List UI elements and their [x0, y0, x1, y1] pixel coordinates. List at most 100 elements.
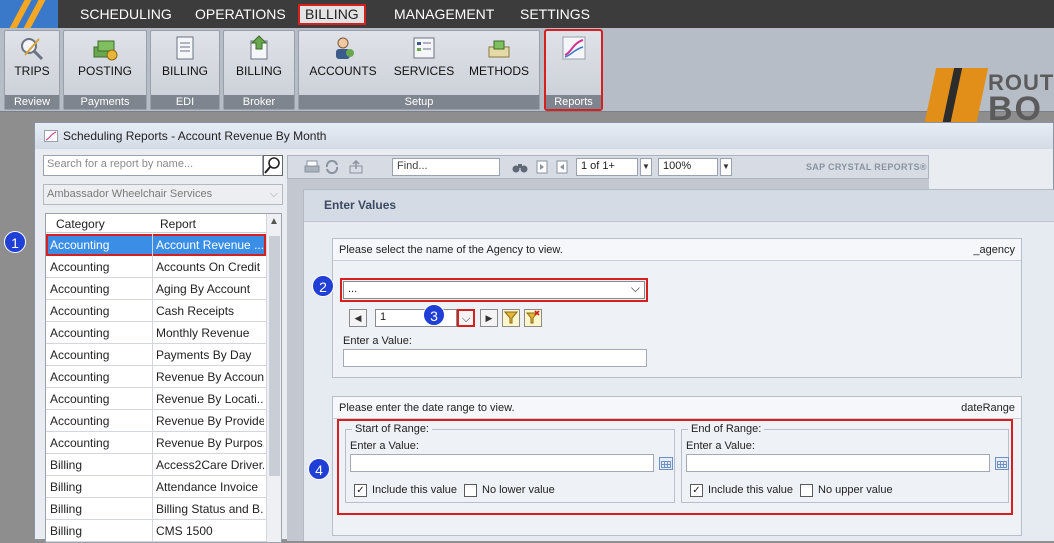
table-row[interactable]: Accounting Cash Receipts — [46, 300, 266, 322]
ribbon-group-setup: ACCOUNTS SERVICES METHODS Setup — [298, 30, 540, 110]
start-date-input[interactable] — [350, 454, 654, 472]
enter-values-title: Enter Values — [304, 190, 1054, 222]
end-date-input[interactable] — [686, 454, 990, 472]
table-row[interactable]: Billing CMS 1500 — [46, 520, 266, 542]
scroll-up-icon[interactable]: ▲ — [269, 216, 279, 227]
document-arrow-icon — [250, 35, 268, 60]
menu-billing[interactable]: BILLING — [298, 4, 366, 25]
start-range-legend: Start of Range: — [352, 423, 432, 435]
sap-crystal-brand: SAP CRYSTAL REPORTS® — [806, 162, 927, 172]
row-category: Billing — [50, 524, 83, 538]
row-category: Accounting — [50, 392, 110, 406]
reports-window: Scheduling Reports - Account Revenue By … — [34, 122, 1054, 543]
table-row[interactable]: Billing Billing Status and B... — [46, 498, 266, 520]
posting-button[interactable]: POSTING — [70, 35, 140, 78]
agency-select[interactable]: Ambassador Wheelchair Services ⌵ — [43, 184, 283, 205]
broker-billing-button[interactable]: BILLING — [230, 35, 288, 78]
methods-button[interactable]: METHODS — [465, 35, 533, 78]
accounts-button[interactable]: ACCOUNTS — [305, 35, 381, 78]
group-label-review: Review — [5, 95, 59, 109]
posting-label: POSTING — [77, 64, 132, 78]
table-row[interactable]: Accounting Revenue By Locati... — [46, 388, 266, 410]
next-page-icon[interactable] — [554, 160, 570, 174]
scrollbar-thumb[interactable] — [269, 236, 280, 476]
start-calendar-icon[interactable] — [659, 457, 673, 470]
zoom-select[interactable]: 100% — [658, 158, 718, 176]
no-lower-checkbox[interactable] — [464, 484, 477, 497]
table-row[interactable]: Billing Attendance Invoice — [46, 476, 266, 498]
table-row[interactable]: Accounting Account Revenue ... — [46, 234, 266, 256]
agency-enter-label: Enter a Value: — [343, 335, 412, 347]
report-search-input[interactable]: Search for a report by name... — [43, 155, 263, 176]
end-include-checkbox[interactable]: ✓ — [690, 484, 703, 497]
no-lower-label: No lower value — [482, 484, 555, 496]
accounts-label: ACCOUNTS — [309, 64, 377, 78]
column-header-category[interactable]: Category — [56, 217, 105, 231]
row-report: CMS 1500 — [156, 524, 213, 538]
enter-values-panel: Enter Values Please select the name of t… — [303, 189, 1054, 541]
chevron-down-icon: ⌵ — [269, 188, 278, 200]
table-row[interactable]: Accounting Revenue By Account — [46, 366, 266, 388]
agency-parameter-header: Please select the name of the Agency to … — [333, 239, 1021, 261]
column-divider — [152, 366, 153, 388]
page-dropdown-icon[interactable]: ▼ — [640, 158, 652, 176]
menu-settings[interactable]: SETTINGS — [515, 4, 595, 25]
column-divider — [152, 388, 153, 410]
row-report: Revenue By Provider — [156, 414, 264, 428]
row-report: Access2Care Driver... — [156, 458, 264, 472]
menu-bar: SCHEDULING OPERATIONS BILLING MANAGEMENT… — [0, 0, 1054, 28]
page-indicator[interactable]: 1 of 1+ — [576, 158, 638, 176]
ribbon-group-edi: BILLING EDI — [150, 30, 220, 110]
trips-button[interactable]: TRIPS — [9, 35, 55, 78]
no-upper-label: No upper value — [818, 484, 893, 496]
window-title: Scheduling Reports - Account Revenue By … — [63, 129, 327, 143]
row-report: Accounts On Credit ... — [156, 260, 264, 274]
table-scrollbar[interactable]: ▲ — [266, 214, 281, 542]
ribbon-group-payments: POSTING Payments — [63, 30, 147, 110]
row-report: Revenue By Account — [156, 370, 264, 384]
column-header-report[interactable]: Report — [160, 217, 196, 231]
row-category: Billing — [50, 502, 83, 516]
agency-value-input[interactable] — [343, 349, 647, 367]
agency-dropdown[interactable]: ... ⌵ — [340, 278, 648, 302]
column-divider — [152, 300, 153, 322]
start-include-checkbox[interactable]: ✓ — [354, 484, 367, 497]
services-button[interactable]: SERVICES — [389, 35, 459, 78]
filter-icon[interactable] — [502, 309, 520, 327]
print-icon[interactable] — [304, 160, 320, 174]
no-upper-checkbox[interactable] — [800, 484, 813, 497]
next-value-button[interactable]: ▶ — [480, 309, 498, 327]
table-row[interactable]: Billing Access2Care Driver... — [46, 454, 266, 476]
row-category: Accounting — [50, 304, 110, 318]
menu-operations[interactable]: OPERATIONS — [190, 4, 291, 25]
table-row[interactable]: Accounting Aging By Account — [46, 278, 266, 300]
menu-scheduling[interactable]: SCHEDULING — [75, 4, 177, 25]
window-title-bar: Scheduling Reports - Account Revenue By … — [35, 123, 1053, 149]
menu-management[interactable]: MANAGEMENT — [389, 4, 499, 25]
list-dropdown-button[interactable]: ⌵ — [457, 309, 475, 327]
row-report: Cash Receipts — [156, 304, 235, 318]
edi-billing-button[interactable]: BILLING — [157, 35, 213, 78]
clear-filter-icon[interactable] — [524, 309, 542, 327]
previous-page-icon[interactable] — [534, 160, 550, 174]
magnifier-pencil-icon — [21, 38, 44, 61]
prev-value-button[interactable]: ◀ — [349, 309, 367, 327]
binoculars-icon[interactable] — [512, 160, 528, 174]
find-input[interactable]: Find... — [392, 158, 500, 176]
refresh-icon[interactable] — [324, 160, 340, 174]
zoom-dropdown-icon[interactable]: ▼ — [720, 158, 732, 176]
trips-label: TRIPS — [14, 64, 50, 78]
search-button[interactable] — [263, 155, 283, 176]
reports-button[interactable] — [554, 35, 594, 64]
row-category: Accounting — [50, 326, 110, 340]
export-icon[interactable] — [348, 160, 364, 174]
table-row[interactable]: Accounting Revenue By Purpos... — [46, 432, 266, 454]
table-row[interactable]: Accounting Revenue By Provider — [46, 410, 266, 432]
agency-dropdown-value: ... — [348, 283, 358, 295]
row-category: Accounting — [50, 348, 110, 362]
services-list-icon — [413, 37, 435, 59]
table-row[interactable]: Accounting Accounts On Credit ... — [46, 256, 266, 278]
end-calendar-icon[interactable] — [995, 457, 1009, 470]
table-row[interactable]: Accounting Monthly Revenue — [46, 322, 266, 344]
table-row[interactable]: Accounting Payments By Day — [46, 344, 266, 366]
